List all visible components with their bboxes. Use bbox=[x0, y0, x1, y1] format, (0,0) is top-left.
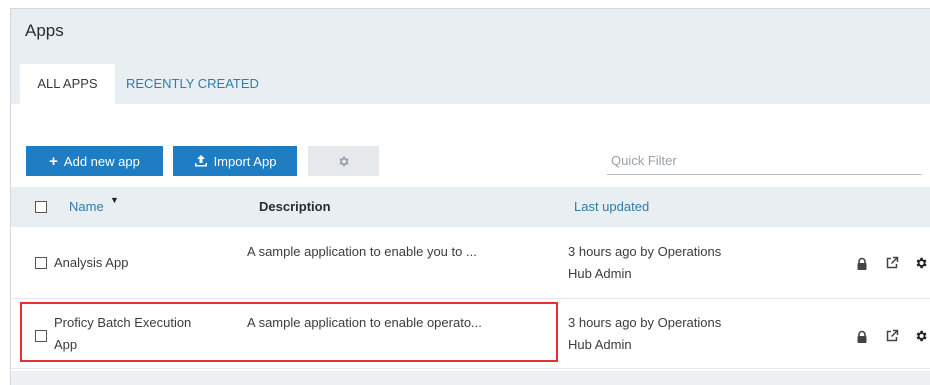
add-new-app-label: Add new app bbox=[63, 153, 140, 169]
app-name-line-1: Proficy Batch Execution bbox=[54, 315, 192, 330]
sort-descending-icon[interactable]: ▼ bbox=[110, 195, 119, 205]
lock-icon[interactable] bbox=[855, 257, 869, 271]
app-name-line-2: App bbox=[54, 337, 78, 352]
upload-icon bbox=[194, 155, 207, 167]
gear-icon[interactable] bbox=[914, 329, 928, 343]
column-header-last-updated[interactable]: Last updated bbox=[574, 199, 649, 214]
app-description: A sample application to enable operato..… bbox=[247, 315, 482, 330]
column-header-name[interactable]: Name bbox=[69, 199, 104, 214]
plus-icon: + bbox=[49, 152, 58, 170]
external-link-icon[interactable] bbox=[885, 329, 899, 343]
app-description: A sample application to enable you to ..… bbox=[247, 244, 477, 259]
select-all-checkbox[interactable] bbox=[35, 201, 47, 213]
app-name[interactable]: Proficy Batch Execution App bbox=[54, 312, 244, 356]
tab-all-apps[interactable]: ALL APPS bbox=[20, 64, 115, 104]
column-header-description: Description bbox=[259, 199, 331, 214]
apps-panel: Apps ALL APPS RECENTLY CREATED + Add new… bbox=[10, 8, 930, 385]
external-link-icon[interactable] bbox=[885, 256, 899, 270]
table-row[interactable]: Analysis App A sample application to ena… bbox=[11, 227, 930, 299]
settings-button[interactable] bbox=[308, 146, 379, 176]
app-last-updated: 3 hours ago by Operations Hub Admin bbox=[568, 312, 798, 356]
app-last-updated: 3 hours ago by Operations Hub Admin bbox=[568, 241, 798, 285]
table-footer bbox=[11, 371, 930, 385]
import-app-label: Import App bbox=[213, 153, 277, 169]
updated-line-1: 3 hours ago by Operations bbox=[568, 244, 722, 259]
gear-icon[interactable] bbox=[914, 256, 928, 270]
page-title: Apps bbox=[25, 21, 64, 40]
tab-recently-created[interactable]: RECENTLY CREATED bbox=[126, 64, 259, 104]
row-checkbox[interactable] bbox=[35, 330, 47, 342]
table-header: Name ▼ Description Last updated bbox=[11, 187, 930, 227]
updated-line-2: Hub Admin bbox=[568, 266, 632, 281]
import-app-button[interactable]: Import App bbox=[173, 146, 297, 176]
updated-line-1: 3 hours ago by Operations bbox=[568, 315, 722, 330]
lock-icon[interactable] bbox=[855, 330, 869, 344]
page-header: Apps ALL APPS RECENTLY CREATED bbox=[11, 9, 930, 104]
gear-icon bbox=[339, 156, 349, 166]
table-row[interactable]: Proficy Batch Execution App A sample app… bbox=[11, 299, 930, 369]
quick-filter-input[interactable] bbox=[607, 147, 922, 175]
row-checkbox[interactable] bbox=[35, 257, 47, 269]
updated-line-2: Hub Admin bbox=[568, 337, 632, 352]
app-name[interactable]: Analysis App bbox=[54, 252, 244, 274]
add-new-app-button[interactable]: + Add new app bbox=[26, 146, 163, 176]
